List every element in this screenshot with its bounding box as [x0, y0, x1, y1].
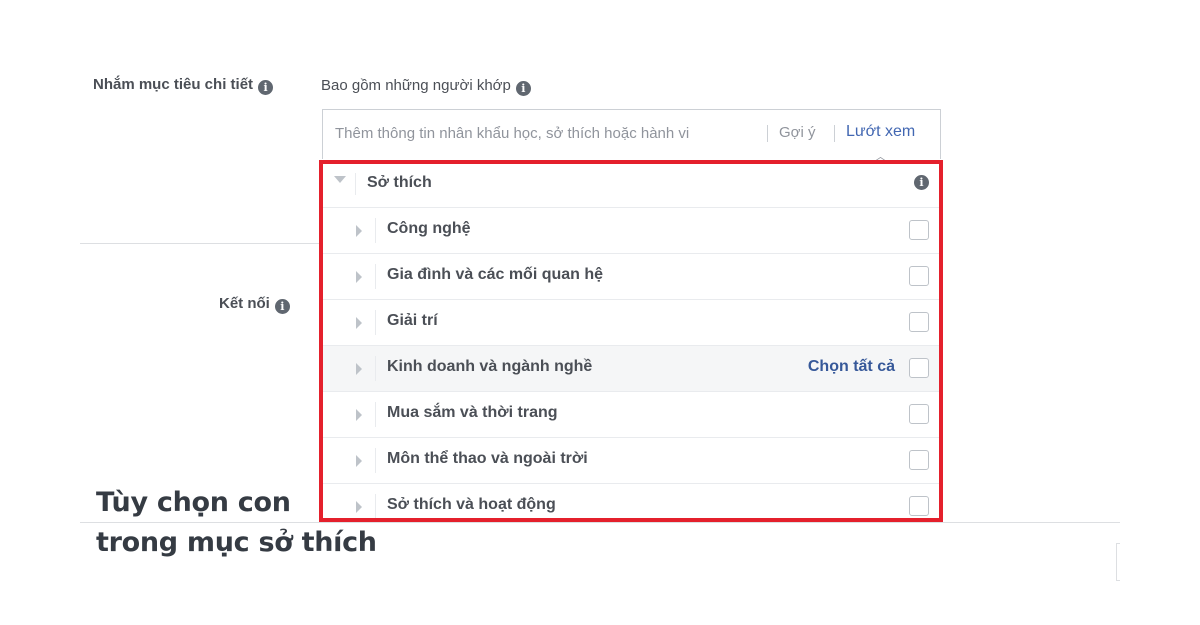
suggestions-link[interactable]: Gợi ý — [779, 124, 816, 141]
separator — [375, 264, 376, 289]
caret-down-icon[interactable] — [334, 176, 346, 183]
category-row-hovered[interactable]: Kinh doanh và ngành nghề Chọn tất cả — [323, 346, 939, 392]
browse-link[interactable]: Lướt xem — [846, 123, 915, 141]
category-row-label: Môn thể thao và ngoài trời — [387, 450, 588, 467]
category-row[interactable]: Giải trí — [323, 300, 939, 346]
caret-right-icon[interactable] — [356, 409, 362, 421]
info-icon[interactable]: i — [914, 175, 929, 190]
category-row-label: Giải trí — [387, 312, 438, 329]
info-icon[interactable]: i — [515, 81, 531, 96]
category-checkbox[interactable] — [909, 266, 929, 286]
include-label: Bao gồm những người khớp i — [321, 77, 531, 96]
annotation-caption: Tùy chọn con trong mục sở thích — [96, 483, 377, 563]
category-checkbox[interactable] — [909, 496, 929, 516]
caret-right-icon[interactable] — [356, 363, 362, 375]
info-icon[interactable]: i — [258, 80, 274, 95]
caption-line: Tùy chọn con — [96, 487, 291, 518]
caret-right-icon[interactable] — [356, 455, 362, 467]
separator — [375, 218, 376, 243]
browse-panel: Sở thích i Công nghệ Gia đình và các mối… — [319, 160, 943, 522]
partial-control — [1116, 543, 1120, 581]
separator — [375, 310, 376, 335]
category-row-label: Kinh doanh và ngành nghề — [387, 358, 593, 375]
caret-right-icon[interactable] — [356, 271, 362, 283]
detailed-targeting-input[interactable] — [323, 110, 763, 156]
detailed-targeting-search: Gợi ý Lướt xem ︿ — [322, 109, 941, 163]
separator — [375, 402, 376, 427]
category-row[interactable]: Môn thể thao và ngoài trời — [323, 438, 939, 484]
section-divider — [80, 243, 320, 244]
separator — [355, 173, 356, 195]
category-header-interests[interactable]: Sở thích i — [323, 164, 939, 208]
separator — [834, 125, 835, 142]
separator — [375, 448, 376, 473]
caption-line: trong mục sở thích — [96, 527, 377, 558]
category-row-label: Mua sắm và thời trang — [387, 404, 558, 421]
category-row[interactable]: Sở thích và hoạt động — [323, 484, 939, 518]
category-checkbox[interactable] — [909, 220, 929, 240]
connections-label: Kết nối i — [219, 295, 290, 314]
category-row[interactable]: Mua sắm và thời trang — [323, 392, 939, 438]
category-checkbox[interactable] — [909, 450, 929, 470]
detailed-targeting-label: Nhắm mục tiêu chi tiết i — [93, 76, 274, 95]
caret-right-icon[interactable] — [356, 317, 362, 329]
select-all-link[interactable]: Chọn tất cả — [808, 358, 895, 376]
category-title: Sở thích — [367, 174, 432, 191]
separator — [375, 356, 376, 381]
info-icon[interactable]: i — [274, 299, 290, 314]
category-row[interactable]: Công nghệ — [323, 208, 939, 254]
separator — [767, 125, 768, 142]
category-row-label: Công nghệ — [387, 220, 471, 237]
category-checkbox[interactable] — [909, 358, 929, 378]
category-row-label: Sở thích và hoạt động — [387, 496, 556, 513]
category-checkbox[interactable] — [909, 404, 929, 424]
category-row-label: Gia đình và các mối quan hệ — [387, 266, 604, 283]
caret-right-icon[interactable] — [356, 225, 362, 237]
category-row[interactable]: Gia đình và các mối quan hệ — [323, 254, 939, 300]
category-checkbox[interactable] — [909, 312, 929, 332]
